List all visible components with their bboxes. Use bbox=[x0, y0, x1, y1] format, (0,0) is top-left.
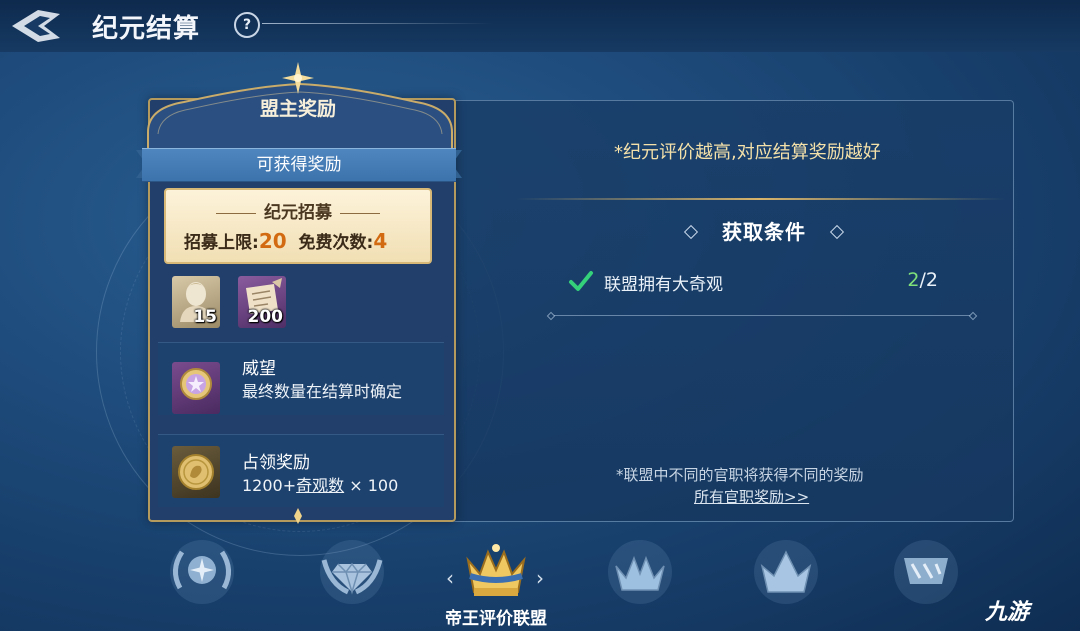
help-divider bbox=[262, 23, 492, 24]
recruit-limit-label: 招募上限: bbox=[184, 233, 259, 253]
prestige-title: 威望 bbox=[242, 359, 276, 379]
occupy-multiplier: × 100 bbox=[344, 476, 399, 495]
condition-progress: 2/2 bbox=[907, 269, 938, 291]
title-line-left bbox=[216, 212, 256, 214]
conditions-header: 获取条件 bbox=[683, 217, 845, 247]
conditions-title: 获取条件 bbox=[722, 220, 806, 244]
occupy-base: 1200+ bbox=[242, 476, 297, 495]
reward-ribbon: 可获得奖励 bbox=[142, 148, 456, 182]
top-bar: 纪元结算 ? bbox=[0, 0, 1080, 52]
star-icon bbox=[282, 62, 314, 94]
occupy-formula: 1200+奇观数 × 100 bbox=[242, 472, 398, 496]
occupy-title: 占领奖励 bbox=[242, 453, 310, 473]
recruit-stats: 招募上限:20 免费次数:4 bbox=[184, 228, 387, 253]
help-button[interactable]: ? bbox=[234, 12, 260, 38]
hero-bust-count: 15 bbox=[193, 307, 217, 327]
gold-coin-icon bbox=[178, 454, 214, 490]
separator-line bbox=[554, 315, 970, 316]
next-tab-arrow[interactable]: › bbox=[536, 566, 544, 590]
card-title: 盟主奖励 bbox=[259, 98, 336, 120]
all-office-rewards-link[interactable]: 所有官职奖励>> bbox=[694, 486, 809, 507]
evaluation-note: *纪元评价越高,对应结算奖励越好 bbox=[614, 142, 881, 163]
recruit-limit-value: 20 bbox=[258, 229, 287, 253]
condition-row: 联盟拥有大奇观 2/2 bbox=[568, 268, 948, 296]
scroll-item[interactable]: 200 bbox=[238, 276, 286, 328]
help-area: ? bbox=[228, 10, 492, 38]
free-count-label: 免费次数: bbox=[298, 233, 374, 253]
back-button[interactable] bbox=[8, 6, 68, 46]
condition-total: /2 bbox=[919, 269, 939, 291]
card-header: 盟主奖励 bbox=[226, 94, 370, 124]
nav-tab-crown[interactable] bbox=[744, 530, 828, 614]
recruit-title: 纪元招募 bbox=[264, 203, 332, 223]
recruit-title-row: 纪元招募 bbox=[166, 198, 430, 223]
nav-tab-banner[interactable] bbox=[884, 530, 968, 614]
checkmark-icon bbox=[569, 271, 593, 291]
scroll-count: 200 bbox=[247, 307, 284, 327]
gold-divider bbox=[515, 198, 1005, 200]
prev-tab-arrow[interactable]: ‹ bbox=[446, 566, 454, 590]
title-line-right bbox=[340, 212, 380, 214]
diamond-icon bbox=[829, 224, 845, 240]
occupy-reward-item[interactable] bbox=[172, 446, 220, 498]
card-bottom-ornament bbox=[294, 508, 302, 524]
page-title: 纪元结算 bbox=[92, 14, 201, 44]
prestige-item[interactable]: 716 bbox=[172, 362, 220, 414]
nav-tab-emperor-crown[interactable] bbox=[454, 530, 538, 614]
condition-have: 2 bbox=[907, 269, 920, 291]
condition-separator bbox=[546, 311, 978, 321]
prestige-subtitle: 最终数量在结算时确定 bbox=[242, 382, 403, 401]
condition-label: 联盟拥有大奇观 bbox=[604, 275, 723, 295]
watermark-logo: 九游 bbox=[985, 600, 1030, 625]
free-count-value: 4 bbox=[373, 229, 388, 253]
selected-tab-label: 帝王评价联盟 bbox=[445, 609, 547, 629]
ribbon-label: 可获得奖励 bbox=[256, 155, 342, 175]
recruit-box[interactable]: 纪元招募 招募上限:20 免费次数:4 bbox=[164, 188, 432, 264]
diamond-icon bbox=[683, 224, 699, 240]
nav-tab-diamond[interactable] bbox=[310, 530, 394, 614]
prestige-medal-icon bbox=[180, 368, 212, 400]
back-arrow-icon bbox=[12, 10, 60, 42]
hero-bust-item[interactable]: 15 bbox=[172, 276, 220, 328]
nav-tab-compass[interactable] bbox=[160, 530, 244, 614]
wonder-count-link[interactable]: 奇观数 bbox=[296, 476, 344, 495]
nav-tab-crown-silver[interactable] bbox=[598, 530, 682, 614]
office-note: *联盟中不同的官职将获得不同的奖励 bbox=[616, 466, 864, 484]
